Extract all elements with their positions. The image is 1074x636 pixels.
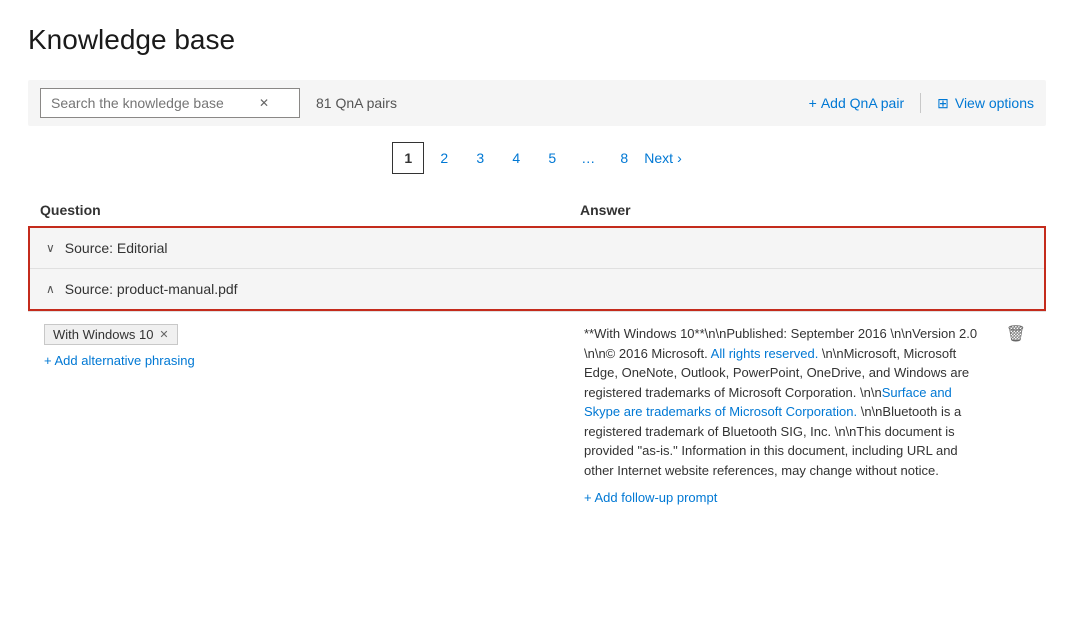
chevron-right-icon: › [677, 150, 682, 166]
divider [920, 93, 921, 113]
page-ellipsis: … [572, 142, 604, 174]
source-editorial-label: Source: Editorial [65, 240, 168, 256]
delete-button[interactable]: 🗑 [1006, 324, 1026, 344]
qna-row: With Windows 10 ✕ + Add alternative phra… [28, 311, 1046, 517]
search-clear-icon[interactable]: ✕ [259, 96, 269, 110]
page-title: Knowledge base [28, 24, 1046, 56]
plus-icon: + [809, 95, 817, 111]
page-button-5[interactable]: 5 [536, 142, 568, 174]
answer-part-2: All rights reserved. [711, 346, 819, 361]
search-box[interactable]: ✕ [40, 88, 300, 118]
table-header: Question Answer [28, 194, 1046, 226]
search-input[interactable] [51, 95, 251, 111]
add-qna-label: Add QnA pair [821, 95, 904, 111]
question-column-header: Question [40, 202, 580, 218]
chevron-down-icon: ∨ [46, 241, 55, 255]
qna-count: 81 QnA pairs [316, 95, 793, 111]
source-product-manual-label: Source: product-manual.pdf [65, 281, 238, 297]
trash-icon: 🗑 [1006, 326, 1026, 343]
toolbar-actions: + Add QnA pair ⊞ View options [809, 93, 1034, 113]
pagination: 1 2 3 4 5 … 8 Next › [28, 142, 1046, 174]
next-button[interactable]: Next › [644, 150, 681, 166]
toolbar: ✕ 81 QnA pairs + Add QnA pair ⊞ View opt… [28, 80, 1046, 126]
page-button-3[interactable]: 3 [464, 142, 496, 174]
tag-close-icon[interactable]: ✕ [159, 328, 168, 341]
view-options-label: View options [955, 95, 1034, 111]
page-button-2[interactable]: 2 [428, 142, 460, 174]
source-editorial-row[interactable]: ∨ Source: Editorial [30, 228, 1044, 269]
add-followup-label: + Add follow-up prompt [584, 490, 717, 505]
view-options-button[interactable]: ⊞ View options [937, 95, 1034, 112]
add-alt-phrasing-label: + Add alternative phrasing [44, 353, 195, 368]
add-qna-button[interactable]: + Add QnA pair [809, 95, 904, 111]
chevron-up-icon: ∧ [46, 282, 55, 296]
page-button-4[interactable]: 4 [500, 142, 532, 174]
add-followup-button[interactable]: + Add follow-up prompt [584, 490, 717, 505]
source-group: ∨ Source: Editorial ∧ Source: product-ma… [28, 226, 1046, 311]
question-cell: With Windows 10 ✕ + Add alternative phra… [44, 324, 584, 368]
question-tag: With Windows 10 ✕ [44, 324, 178, 345]
question-tag-text: With Windows 10 [53, 327, 153, 342]
answer-cell: **With Windows 10**\n\nPublished: Septem… [584, 324, 1030, 505]
answer-column-header: Answer [580, 202, 1034, 218]
answer-text: **With Windows 10**\n\nPublished: Septem… [584, 324, 990, 480]
grid-icon: ⊞ [937, 95, 949, 112]
source-product-manual-row[interactable]: ∧ Source: product-manual.pdf [30, 269, 1044, 309]
page-button-1[interactable]: 1 [392, 142, 424, 174]
page-button-8[interactable]: 8 [608, 142, 640, 174]
next-label: Next [644, 150, 673, 166]
add-alt-phrasing-button[interactable]: + Add alternative phrasing [44, 353, 195, 368]
